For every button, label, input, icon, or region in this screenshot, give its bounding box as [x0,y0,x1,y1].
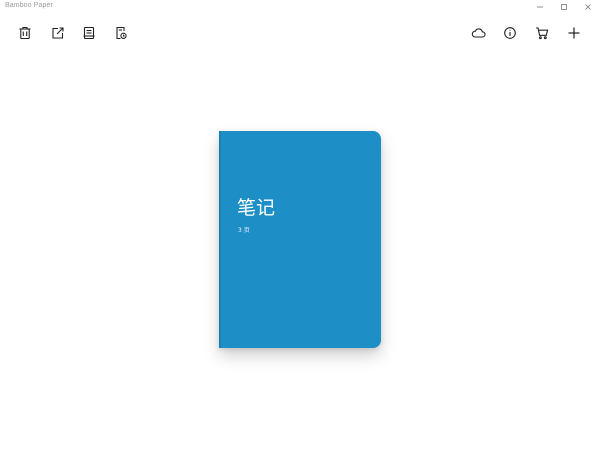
add-icon [568,27,580,39]
notebook-page-count: 3 页 [238,227,250,234]
toolbar [0,16,600,46]
notebook-info-icon [83,26,95,40]
info-button[interactable] [500,23,520,43]
close-icon [585,3,591,10]
cloud-icon [471,28,486,38]
trash-icon [19,26,31,40]
title-bar: Bamboo Paper [0,0,600,16]
cart-icon [536,27,549,40]
cloud-sync-button[interactable] [468,23,488,43]
page-settings-button[interactable] [111,23,131,43]
minimize-button[interactable] [528,0,552,13]
notebook-library: 笔记 3 页 [0,46,600,465]
info-icon [504,27,516,39]
window-title: Bamboo Paper [5,2,53,9]
page-settings-icon [116,26,127,40]
maximize-icon [561,3,567,10]
export-button[interactable] [48,23,68,43]
notebook-cover[interactable]: 笔记 3 页 [219,131,381,348]
delete-button[interactable] [15,23,35,43]
export-icon [52,27,64,39]
maximize-button[interactable] [552,0,576,13]
store-button[interactable] [532,23,552,43]
notebook-title: 笔记 [237,197,276,219]
notebook-spine [219,131,221,348]
minimize-icon [537,6,543,7]
add-notebook-button[interactable] [564,23,584,43]
app-window: Bamboo Paper 笔记 3 页 [0,0,600,465]
close-button[interactable] [576,0,600,13]
notebook-info-button[interactable] [79,23,99,43]
window-controls [528,0,600,16]
